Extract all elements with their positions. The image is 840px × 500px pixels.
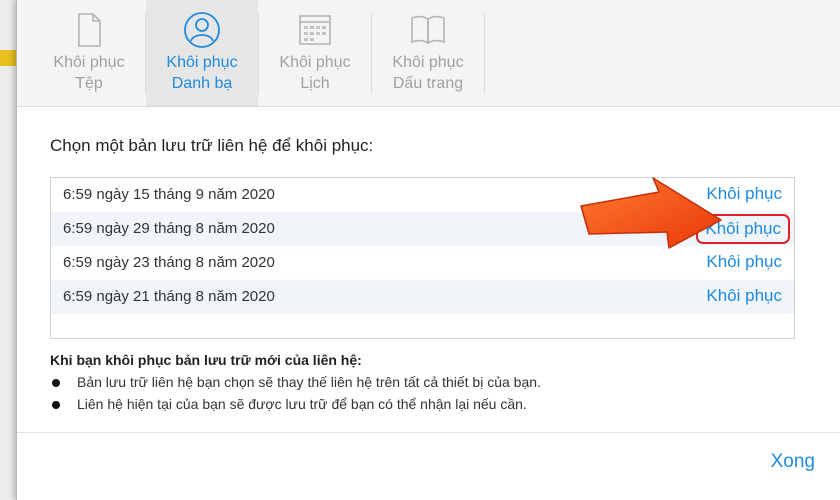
bullet-text: Bản lưu trữ liên hệ bạn chọn sẽ thay thế… — [77, 374, 541, 390]
done-button[interactable]: Xong — [771, 451, 815, 473]
archive-date: 6:59 ngày 21 tháng 8 năm 2020 — [63, 288, 275, 305]
bullet-dot — [52, 379, 60, 387]
tab-label: Khôi phục Danh bạ — [166, 54, 238, 92]
tab-restore-bookmarks[interactable]: Khôi phục Dấu trang — [372, 0, 484, 106]
archive-date: 6:59 ngày 15 tháng 9 năm 2020 — [63, 186, 275, 203]
bullet-dot — [52, 401, 60, 409]
page-title: Chọn một bản lưu trữ liên hệ để khôi phụ… — [50, 136, 374, 155]
tab-restore-calendar[interactable]: Khôi phục Lịch — [259, 0, 371, 106]
tab-label: Khôi phục Dấu trang — [392, 54, 464, 92]
calendar-icon — [299, 15, 331, 45]
restore-button[interactable]: Khôi phục — [706, 286, 782, 306]
note-title: Khi bạn khôi phục bản lưu trữ mới của li… — [50, 352, 362, 368]
document-icon — [78, 13, 101, 47]
tab-restore-files[interactable]: Khôi phục Tệp — [33, 0, 145, 106]
footer-divider — [17, 432, 840, 433]
bookmark-icon — [411, 15, 445, 45]
restore-contacts-dialog: Khôi phục Tệp Khôi phục Danh bạ Khôi phụ… — [16, 0, 840, 500]
archive-date: 6:59 ngày 23 tháng 8 năm 2020 — [63, 254, 275, 271]
tab-label: Khôi phục Tệp — [53, 54, 125, 92]
tab-separator — [484, 12, 485, 94]
restore-button[interactable]: Khôi phục — [706, 252, 782, 272]
tab-restore-contacts[interactable]: Khôi phục Danh bạ — [146, 0, 258, 106]
bullet-text: Liên hệ hiện tại của bạn sẽ được lưu trữ… — [77, 396, 527, 412]
archive-date: 6:59 ngày 29 tháng 8 năm 2020 — [63, 220, 275, 237]
tab-label: Khôi phục Lịch — [279, 54, 351, 92]
archive-row: 6:59 ngày 21 tháng 8 năm 2020 Khôi phục — [51, 280, 794, 314]
red-arrow-annotation — [580, 177, 722, 249]
contact-icon — [184, 12, 220, 48]
restore-toolbar: Khôi phục Tệp Khôi phục Danh bạ Khôi phụ… — [17, 0, 840, 107]
